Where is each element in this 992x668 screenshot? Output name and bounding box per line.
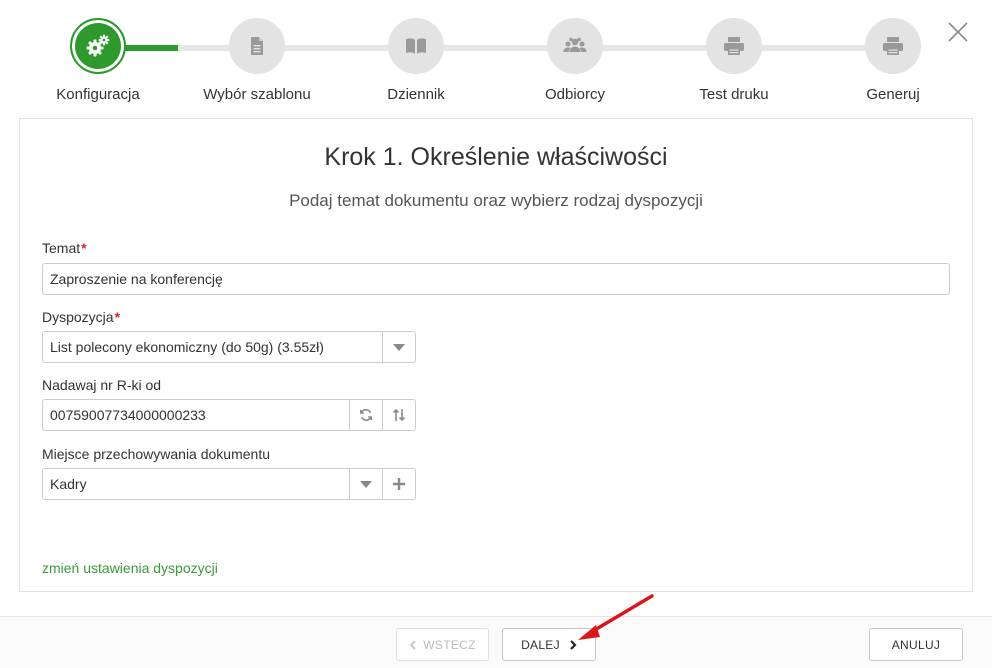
cancel-button[interactable]: ANULUJ xyxy=(869,628,963,661)
cancel-button-label: ANULUJ xyxy=(891,637,941,652)
refresh-icon[interactable] xyxy=(349,400,382,430)
miejsce-select[interactable]: Kadry xyxy=(42,468,416,500)
dyspozycja-value: List polecony ekonomiczny (do 50g) (3.55… xyxy=(50,339,324,355)
back-button-label: WSTECZ xyxy=(423,637,476,652)
step-label: Konfiguracja xyxy=(56,86,140,103)
step-wybor-szablonu[interactable]: Wybór szablonu xyxy=(177,18,337,103)
chevron-right-icon xyxy=(570,639,577,650)
step-odbiorcy[interactable]: Odbiorcy xyxy=(495,18,655,103)
page-subtitle: Podaj temat dokumentu oraz wybierz rodza… xyxy=(289,191,703,210)
step-label: Generuj xyxy=(866,86,920,103)
next-button[interactable]: DALEJ xyxy=(502,628,596,661)
step-dziennik[interactable]: Dziennik xyxy=(336,18,496,103)
miejsce-label: Miejsce przechowywania dokumentu xyxy=(42,446,270,462)
step-label: Test druku xyxy=(699,86,769,103)
nr-rki-value: 00759007734000000233 xyxy=(50,407,206,423)
chevron-left-icon xyxy=(409,639,416,650)
required-marker: * xyxy=(114,309,121,325)
step-label: Dziennik xyxy=(387,86,445,103)
close-icon[interactable] xyxy=(946,20,970,44)
step-label: Odbiorcy xyxy=(544,86,606,103)
nr-rki-label: Nadawaj nr R-ki od xyxy=(42,377,162,393)
temat-label: Temat* xyxy=(42,240,87,256)
sort-icon[interactable] xyxy=(382,400,415,430)
chevron-down-icon[interactable] xyxy=(382,332,415,362)
next-button-label: DALEJ xyxy=(521,637,560,652)
users-icon xyxy=(547,18,603,74)
wizard-stepper: Konfiguracja Wybór szablonu Dziennik Odb… xyxy=(0,0,992,118)
page-title: Krok 1. Określenie właściwości xyxy=(324,143,668,171)
printer-icon xyxy=(865,18,921,74)
dyspozycja-select[interactable]: List polecony ekonomiczny (do 50g) (3.55… xyxy=(42,331,416,363)
wizard-footer: WSTECZ DALEJ ANULUJ xyxy=(0,616,992,668)
book-icon xyxy=(388,18,444,74)
dyspozycja-label: Dyspozycja* xyxy=(42,309,121,325)
miejsce-value: Kadry xyxy=(50,476,87,492)
step-test-druku[interactable]: Test druku xyxy=(654,18,814,103)
step-label: Wybór szablonu xyxy=(203,86,311,103)
required-marker: * xyxy=(81,240,87,256)
chevron-down-icon[interactable] xyxy=(349,469,382,499)
printer-icon xyxy=(706,18,762,74)
nr-rki-input[interactable]: 00759007734000000233 xyxy=(42,399,416,431)
add-icon[interactable] xyxy=(382,469,415,499)
document-icon xyxy=(229,18,285,74)
change-settings-link[interactable]: zmień ustawienia dyspozycji xyxy=(42,560,218,576)
step-content-panel: Krok 1. Określenie właściwości Podaj tem… xyxy=(19,118,973,592)
gears-icon xyxy=(70,18,126,74)
temat-value: Zaproszenie na konferencję xyxy=(50,271,223,287)
step-konfiguracja[interactable]: Konfiguracja xyxy=(18,18,178,103)
back-button[interactable]: WSTECZ xyxy=(396,628,489,661)
temat-input[interactable]: Zaproszenie na konferencję xyxy=(42,263,950,295)
